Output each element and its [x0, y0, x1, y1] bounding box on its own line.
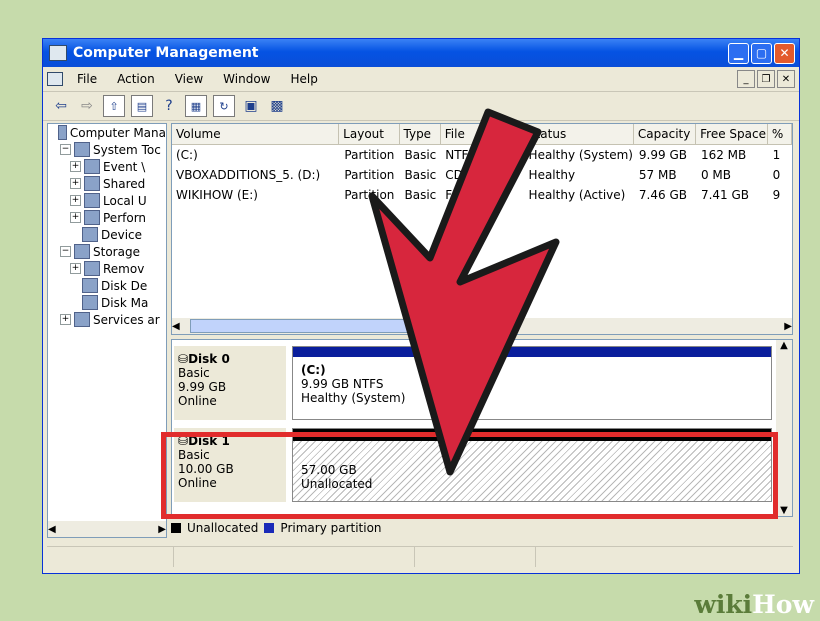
red-arrow-overlay [368, 108, 560, 476]
wikihow-watermark: wikiHow [694, 590, 814, 619]
down-arrow-icon [368, 108, 560, 476]
watermark-how: How [752, 590, 814, 619]
watermark-wiki: wiki [694, 590, 753, 619]
